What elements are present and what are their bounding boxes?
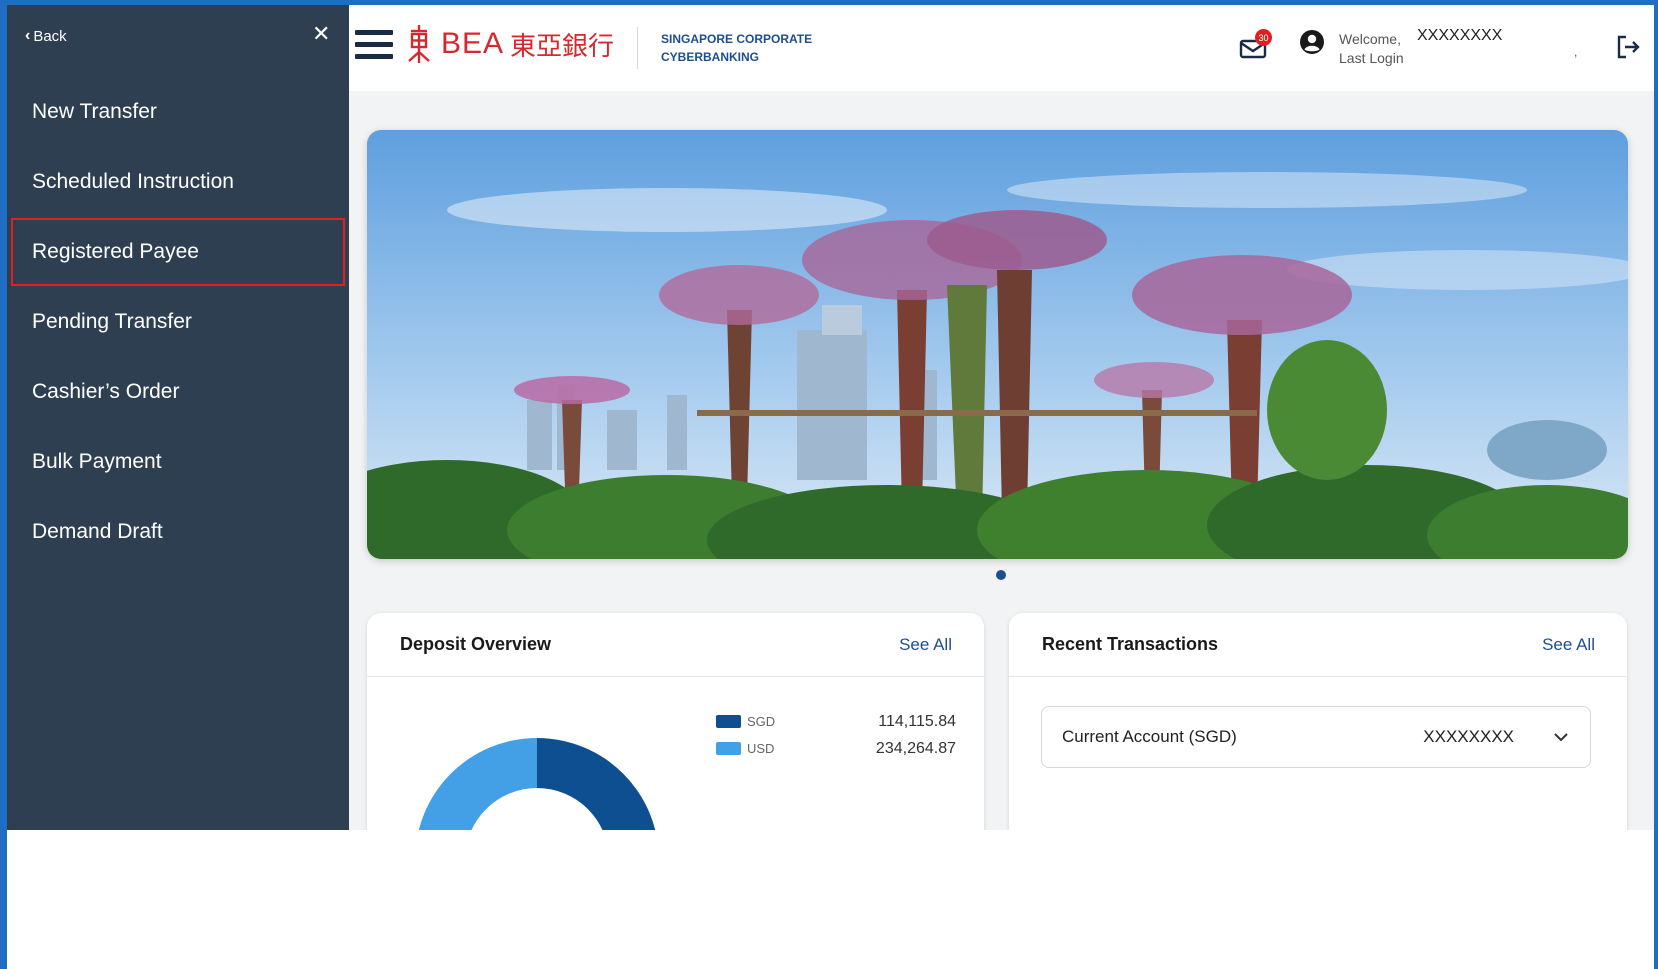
sidebar-item-cashiers-order[interactable]: Cashier’s Order <box>7 357 349 427</box>
last-login-separator: , <box>1574 45 1578 59</box>
logo-divider <box>637 27 638 69</box>
legend-currency-sgd: SGD <box>747 714 776 729</box>
last-login-label: Last Login <box>1339 50 1404 66</box>
deposit-legend: SGD 114,115.84 USD 234,264.87 <box>716 708 956 762</box>
legend-amount-sgd: 114,115.84 <box>878 712 956 730</box>
product-name: SINGAPORE CORPORATE CYBERBANKING <box>661 30 812 66</box>
sidebar-item-scheduled-instruction[interactable]: Scheduled Instruction <box>7 147 349 217</box>
sidebar-menu: ‹ Back ✕ New Transfer Scheduled Instruct… <box>7 5 349 830</box>
deposit-donut-chart <box>418 738 656 830</box>
legend-amount-usd: 234,264.87 <box>875 739 956 757</box>
username: XXXXXXXX <box>1417 27 1503 44</box>
hero-banner[interactable] <box>367 130 1628 559</box>
sidebar-item-registered-payee[interactable]: Registered Payee <box>10 217 346 287</box>
bea-logo[interactable]: BEA 東亞銀行 <box>405 23 614 65</box>
account-number: XXXXXXXX <box>1423 727 1514 746</box>
legend-row-sgd: SGD 114,115.84 <box>716 708 956 735</box>
recent-transactions-title: Recent Transactions <box>1042 634 1219 654</box>
legend-currency-usd: USD <box>747 741 775 756</box>
back-button[interactable]: ‹ Back <box>25 27 67 45</box>
product-name-line1: SINGAPORE CORPORATE <box>661 32 813 46</box>
back-label: Back <box>33 27 67 45</box>
legend-row-usd: USD 234,264.87 <box>716 735 956 762</box>
window-frame-right <box>1654 0 1658 969</box>
mail-count-badge: 30 <box>1255 29 1272 46</box>
app-window: BEA 東亞銀行 SINGAPORE CORPORATE CYBERBANKIN… <box>7 5 1654 830</box>
sidebar-item-bulk-payment[interactable]: Bulk Payment <box>7 427 349 497</box>
carousel-indicator-dot[interactable] <box>996 570 1006 580</box>
deposit-see-all-link[interactable]: See All <box>899 635 952 655</box>
account-select-dropdown[interactable]: Current Account (SGD) XXXXXXXX <box>1041 706 1591 768</box>
sidebar-item-new-transfer[interactable]: New Transfer <box>7 77 349 147</box>
donut-slice-sgd <box>537 738 656 830</box>
donut-slice-usd <box>418 738 537 830</box>
sidebar-item-pending-transfer[interactable]: Pending Transfer <box>7 287 349 357</box>
close-icon[interactable]: ✕ <box>312 21 330 47</box>
sidebar-menu-list: New Transfer Scheduled Instruction Regis… <box>7 77 349 567</box>
logout-icon[interactable] <box>1614 33 1642 61</box>
deposit-card-header: Deposit Overview See All <box>367 613 984 677</box>
recent-card-header: Recent Transactions See All <box>1009 613 1627 677</box>
user-avatar-icon[interactable] <box>1299 29 1325 55</box>
recent-transactions-card: Recent Transactions See All Current Acco… <box>1009 613 1627 830</box>
top-header: BEA 東亞銀行 SINGAPORE CORPORATE CYBERBANKIN… <box>349 5 1654 91</box>
welcome-text: Welcome, Last Login <box>1339 30 1404 68</box>
window-frame-left <box>0 0 7 969</box>
bea-emblem-icon <box>408 25 430 63</box>
product-name-line2: CYBERBANKING <box>661 50 760 64</box>
welcome-label: Welcome, <box>1339 31 1401 47</box>
banner-image <box>367 130 1628 559</box>
chevron-left-icon: ‹ <box>25 27 31 44</box>
deposit-overview-card: Deposit Overview See All SGD 114,115.84 … <box>367 613 984 830</box>
brand-name-chinese: 東亞銀行 <box>510 31 615 62</box>
brand-name: BEA <box>441 27 505 60</box>
account-name: Current Account (SGD) <box>1062 727 1237 746</box>
deposit-overview-title: Deposit Overview <box>400 634 552 654</box>
sidebar-item-demand-draft[interactable]: Demand Draft <box>7 497 349 567</box>
hamburger-menu-icon[interactable] <box>355 30 393 62</box>
legend-swatch-usd <box>716 742 741 755</box>
legend-swatch-sgd <box>716 715 741 728</box>
recent-see-all-link[interactable]: See All <box>1542 635 1595 655</box>
chevron-down-icon <box>1554 733 1568 742</box>
